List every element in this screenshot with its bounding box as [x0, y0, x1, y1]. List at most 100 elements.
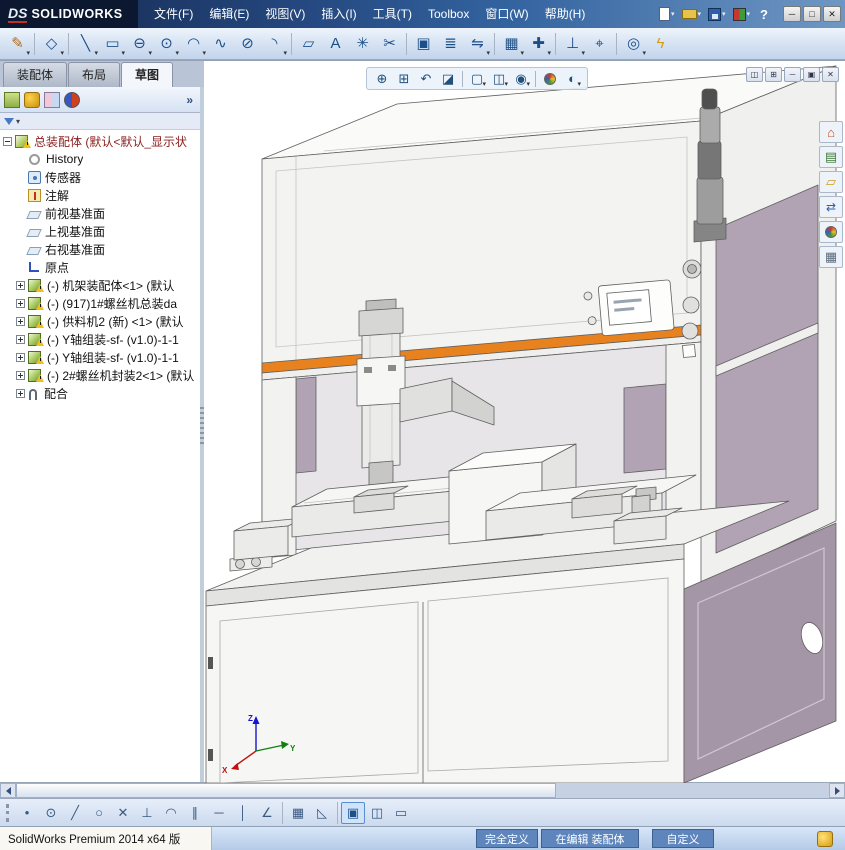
restore-button[interactable]: □	[803, 6, 821, 22]
menu-edit[interactable]: 编辑(E)	[201, 0, 257, 28]
design-library-button[interactable]: ▤	[819, 146, 843, 168]
viewport-layout-button[interactable]: ◫	[746, 67, 763, 82]
fillet-button[interactable]: ◝ ▾	[261, 31, 288, 57]
tree-item-component-screw-machine[interactable]: (-) (917)1#螺丝机总装da	[0, 294, 200, 312]
linear-pattern-button[interactable]: ▦ ▾	[498, 31, 525, 57]
menu-tools[interactable]: 工具(T)	[365, 0, 420, 28]
text-button[interactable]: A	[322, 31, 349, 57]
dropdown-caret-icon[interactable]: ▾	[698, 10, 702, 18]
menu-view[interactable]: 视图(V)	[257, 0, 313, 28]
tree-item-origin[interactable]: 原点	[0, 258, 200, 276]
close-document-button[interactable]: ✕	[822, 67, 839, 82]
scroll-left-button[interactable]	[0, 783, 16, 798]
smart-dimension-button[interactable]: ◇ ▾	[38, 31, 65, 57]
expand-toggle[interactable]	[16, 352, 25, 362]
new-document-button[interactable]: ▾	[657, 4, 677, 24]
open-button[interactable]: ▾	[680, 4, 704, 24]
tree-item-history[interactable]: History	[0, 150, 200, 168]
view-palette-button[interactable]: ⇄	[819, 196, 843, 218]
point-button[interactable]: ✳	[349, 31, 376, 57]
tree-item-root[interactable]: 总装配体 (默认<默认_显示状	[0, 132, 200, 150]
tree-item-component-y-axis-1[interactable]: (-) Y轴组装-sf- (v1.0)-1-1	[0, 330, 200, 348]
dropdown-caret-icon[interactable]: ▾	[148, 49, 152, 57]
tree-item-top-plane[interactable]: 上视基准面	[0, 222, 200, 240]
apply-scene-button[interactable]: ◐ ▾	[562, 69, 582, 88]
tree-item-sensors[interactable]: 传感器	[0, 168, 200, 186]
dropdown-caret-icon[interactable]: ▾	[526, 80, 530, 88]
expand-toggle[interactable]	[16, 388, 25, 398]
ellipse-button[interactable]: ⊘	[234, 31, 261, 57]
menu-help[interactable]: 帮助(H)	[537, 0, 594, 28]
graphics-area[interactable]: Z Y X ⊕ ⊞ ↶ ◪ ▢ ▾ ◫ ▾ ◉ ▾ ◐ ▾ ◫ ⊞ ─ ▣ ✕ …	[204, 61, 845, 783]
tab-sketch[interactable]: 草图	[121, 62, 174, 87]
previous-view-button[interactable]: ↶	[416, 69, 436, 88]
repair-sketch-button[interactable]: ⌖	[586, 31, 613, 57]
propertymanager-tab-icon[interactable]	[24, 91, 40, 108]
dropdown-caret-icon[interactable]: ▾	[26, 49, 30, 57]
panel-overflow-chevrons[interactable]: »	[186, 93, 196, 107]
scroll-right-button[interactable]	[829, 783, 845, 798]
horizontal-scrollbar[interactable]	[0, 782, 845, 798]
dropdown-caret-icon[interactable]: ▾	[577, 80, 581, 88]
help-button[interactable]: ?	[755, 7, 773, 22]
minimize-button[interactable]: ─	[783, 6, 801, 22]
snap-center-button[interactable]: ⊙	[39, 802, 63, 824]
snap-tangent-button[interactable]: ◠	[159, 802, 183, 824]
section-display-button[interactable]: ▭	[389, 802, 413, 824]
edit-appearance-button[interactable]	[540, 69, 560, 88]
menu-toolbox[interactable]: Toolbox	[420, 0, 477, 28]
solidworks-resources-button[interactable]: ⌂	[819, 121, 843, 143]
snap-to-grid-button[interactable]: ◺	[310, 802, 334, 824]
line-button[interactable]: ╲ ▾	[72, 31, 99, 57]
view-orientation-button[interactable]: ▢ ▾	[467, 69, 487, 88]
expand-toggle[interactable]	[16, 298, 25, 308]
dropdown-caret-icon[interactable]: ▾	[60, 49, 64, 57]
section-view-button[interactable]: ◪	[438, 69, 458, 88]
expand-toggle[interactable]	[16, 280, 25, 290]
arc-button[interactable]: ◠ ▾	[180, 31, 207, 57]
move-entities-button[interactable]: ✚ ▾	[525, 31, 552, 57]
configurationmanager-tab-icon[interactable]	[44, 91, 60, 108]
dropdown-caret-icon[interactable]: ▾	[16, 117, 20, 126]
snap-perpendicular-button[interactable]: ⊥	[135, 802, 159, 824]
minimize-document-button[interactable]: ─	[784, 67, 801, 82]
menu-insert[interactable]: 插入(I)	[313, 0, 364, 28]
tree-item-mates[interactable]: 配合	[0, 384, 200, 402]
dropdown-caret-icon[interactable]: ▾	[642, 49, 646, 57]
appearances-scenes-button[interactable]	[819, 221, 843, 243]
custom-properties-button[interactable]: ▦	[819, 246, 843, 268]
tree-filter-bar[interactable]: ▾	[0, 113, 200, 130]
options-button[interactable]: ▾	[731, 4, 753, 24]
display-relations-button[interactable]: ⊥ ▾	[559, 31, 586, 57]
snap-vertical-button[interactable]: │	[231, 802, 255, 824]
dropdown-caret-icon[interactable]: ▾	[747, 10, 751, 18]
hide-show-items-button[interactable]: ◉ ▾	[511, 69, 531, 88]
snap-circle-button[interactable]: ○	[87, 802, 111, 824]
close-button[interactable]: ✕	[823, 6, 841, 22]
dropdown-caret-icon[interactable]: ▾	[283, 49, 287, 57]
tree-item-component-y-axis-2[interactable]: (-) Y轴组装-sf- (v1.0)-1-1	[0, 348, 200, 366]
save-button[interactable]: ▾	[706, 4, 728, 24]
snap-horizontal-button[interactable]: ─	[207, 802, 231, 824]
featuremanager-tree-tab-icon[interactable]	[4, 91, 20, 108]
dropdown-caret-icon[interactable]: ▾	[547, 49, 551, 57]
dropdown-caret-icon[interactable]: ▾	[671, 10, 675, 18]
tab-assembly[interactable]: 装配体	[3, 62, 68, 87]
expand-toggle[interactable]	[3, 136, 12, 146]
dropdown-caret-icon[interactable]: ▾	[486, 49, 490, 57]
scrollbar-thumb[interactable]	[16, 783, 556, 798]
menu-file[interactable]: 文件(F)	[146, 0, 201, 28]
dropdown-caret-icon[interactable]: ▾	[94, 49, 98, 57]
customize-statusbar-icon[interactable]	[817, 831, 833, 847]
dropdown-caret-icon[interactable]: ▾	[504, 80, 508, 88]
dropdown-caret-icon[interactable]: ▾	[581, 49, 585, 57]
file-explorer-button[interactable]: ▱	[819, 171, 843, 193]
snap-intersection-button[interactable]: ✕	[111, 802, 135, 824]
dropdown-caret-icon[interactable]: ▾	[175, 49, 179, 57]
pin-document-button[interactable]: ⊞	[765, 67, 782, 82]
shaded-sketch-contours-button[interactable]: ▣	[341, 801, 365, 824]
snap-angle-button[interactable]: ∠	[255, 802, 279, 824]
tree-item-component-frame[interactable]: (-) 机架装配体<1> (默认	[0, 276, 200, 294]
machine-model[interactable]: Z Y X	[204, 61, 845, 783]
offset-entities-button[interactable]: ≣	[437, 31, 464, 57]
